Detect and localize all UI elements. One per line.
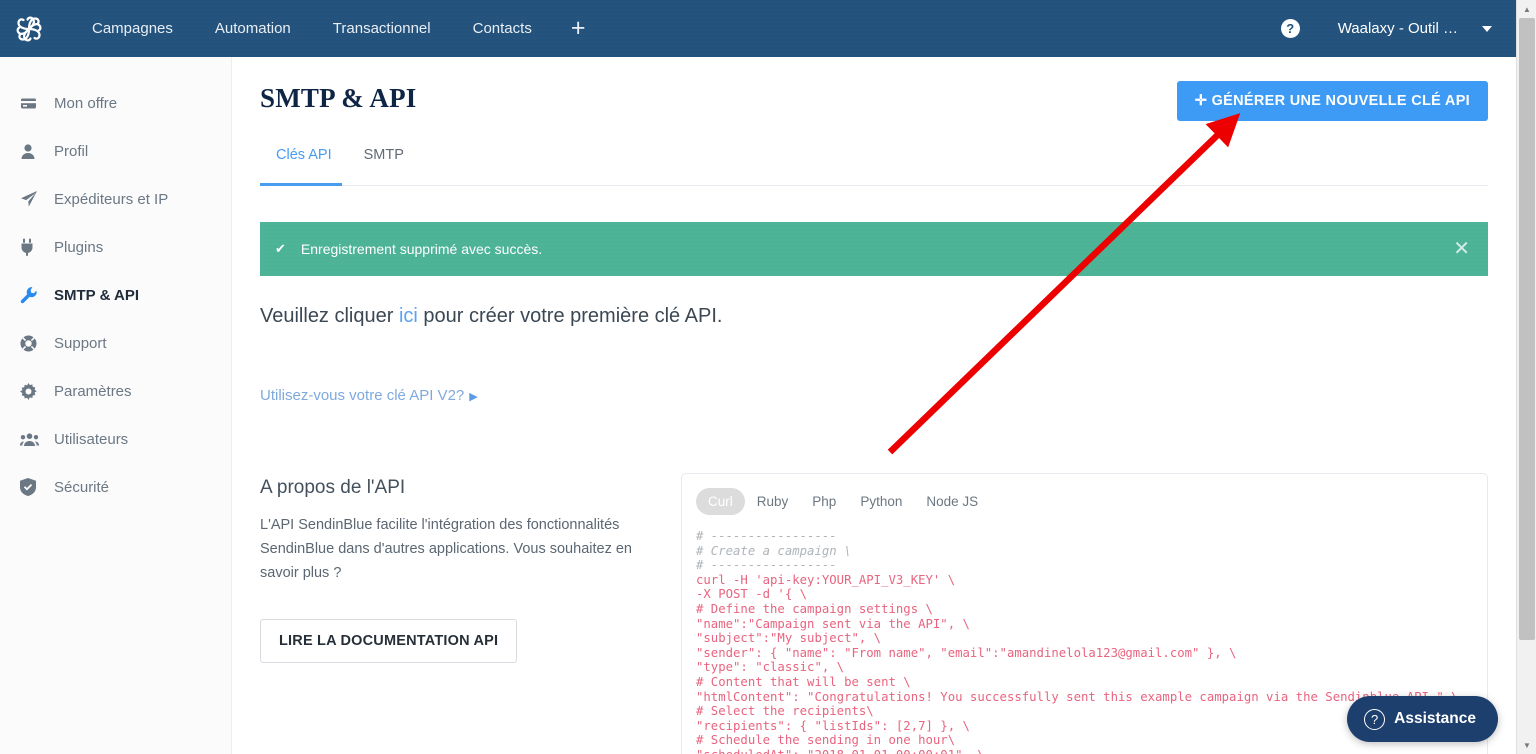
api-v2-link-label: Utilisez-vous votre clé API V2? — [260, 387, 465, 404]
lifebuoy-icon — [20, 335, 46, 352]
user-icon — [20, 143, 46, 160]
sidebar-item-expediteurs-et-ip[interactable]: Expéditeurs et IP — [0, 175, 231, 223]
sidebar-item-label: Plugins — [54, 238, 104, 256]
close-icon[interactable]: ✕ — [1453, 239, 1470, 259]
paper-plane-icon — [20, 190, 46, 208]
check-icon: ✔ — [275, 241, 286, 256]
page-title: SMTP & API — [260, 83, 417, 113]
code-tab-nodejs[interactable]: Node JS — [914, 488, 990, 515]
credit-card-icon — [20, 95, 46, 112]
nav-item-contacts[interactable]: Contacts — [452, 0, 553, 57]
code-line: # ----------------- — [696, 558, 837, 573]
code-line: curl -H 'api-key:YOUR_API_V3_KEY' \ — [696, 572, 956, 587]
sidebar-item-plugins[interactable]: Plugins — [0, 223, 231, 271]
about-api-description: L'API SendinBlue facilite l'intégration … — [260, 517, 632, 581]
wrench-icon — [20, 286, 46, 304]
top-navigation-bar: Campagnes Automation Transactionnel Cont… — [0, 0, 1516, 57]
code-line: "scheduledAt": "2018-01-01 00:00:01", \ — [696, 748, 985, 754]
generate-api-key-button[interactable]: ✛ GÉNÉRER UNE NOUVELLE CLÉ API — [1176, 81, 1488, 121]
nav-item-transactionnel[interactable]: Transactionnel — [312, 0, 452, 57]
scrollbar-thumb[interactable] — [1519, 18, 1535, 640]
sidebar-item-smtp-api[interactable]: SMTP & API — [0, 271, 231, 319]
assistance-button[interactable]: ? Assistance — [1347, 696, 1498, 742]
sidebar-item-label: Utilisateurs — [54, 430, 129, 448]
users-icon — [20, 432, 46, 447]
code-line: "subject":"My subject", \ — [696, 631, 882, 646]
sidebar-item-profil[interactable]: Profil — [0, 127, 231, 175]
sendinblue-logo[interactable] — [0, 0, 57, 57]
sidebar-item-label: Paramètres — [54, 382, 132, 400]
lead-text-before: Veuillez cliquer — [260, 305, 399, 327]
scroll-down-icon[interactable]: ▼ — [1517, 736, 1536, 754]
sidebar-item-mon-offre[interactable]: Mon offre — [0, 79, 231, 127]
code-line: "sender": { "name": "From name", "email"… — [696, 645, 1237, 660]
success-alert: ✔ Enregistrement supprimé avec succès. ✕ — [260, 222, 1488, 276]
code-line: # ----------------- — [696, 529, 837, 543]
active-tab-indicator — [260, 183, 342, 186]
success-alert-message: Enregistrement supprimé avec succès. — [300, 241, 543, 257]
main-content: SMTP & API ✛ GÉNÉRER UNE NOUVELLE CLÉ AP… — [232, 57, 1516, 754]
sidebar-item-utilisateurs[interactable]: Utilisateurs — [0, 415, 231, 463]
sidebar: Mon offre Profil Expéditeurs et IP Plugi… — [0, 57, 232, 754]
lead-text-after: pour créer votre première clé API. — [417, 305, 723, 327]
nav-item-campagnes[interactable]: Campagnes — [71, 0, 194, 57]
code-line: "type": "classic", \ — [696, 660, 845, 675]
code-line: # Select the recipients\ — [696, 704, 874, 719]
code-line: # Content that will be sent \ — [696, 674, 911, 689]
question-circle-icon: ? — [1364, 708, 1386, 730]
code-line: "htmlContent": "Congratulations! You suc… — [696, 689, 1459, 704]
code-tab-ruby[interactable]: Ruby — [745, 488, 801, 515]
sidebar-item-label: SMTP & API — [54, 286, 140, 304]
page-scrollbar[interactable]: ▲ ▼ — [1516, 0, 1536, 754]
code-line: # Define the campaign settings \ — [696, 601, 933, 616]
gear-icon — [20, 382, 46, 400]
sidebar-item-parametres[interactable]: Paramètres — [0, 367, 231, 415]
account-menu-label[interactable]: Waalaxy - Outil … — [1338, 20, 1458, 37]
code-language-tabs: Curl Ruby Php Python Node JS — [682, 474, 1487, 521]
code-tab-php[interactable]: Php — [800, 488, 848, 515]
code-line: # Create a campaign \ — [696, 543, 852, 558]
code-line: "recipients": { "listIds": [2,7] }, \ — [696, 718, 970, 733]
tab-cles-api[interactable]: Clés API — [260, 147, 348, 176]
create-key-link[interactable]: ici — [399, 305, 418, 327]
sidebar-item-label: Sécurité — [54, 478, 110, 496]
about-api-heading: A propos de l'API — [260, 477, 406, 498]
sidebar-item-label: Mon offre — [54, 94, 118, 112]
tabs-divider — [260, 185, 1488, 186]
page-tabs: Clés API SMTP — [260, 147, 1488, 176]
nav-right-group: ? Waalaxy - Outil … — [1280, 19, 1516, 38]
chevron-right-icon: ▶ — [469, 391, 478, 403]
chevron-down-icon[interactable] — [1482, 25, 1492, 32]
add-icon[interactable]: + — [553, 0, 604, 57]
sidebar-item-label: Support — [54, 334, 107, 352]
code-line: -X POST -d '{ \ — [696, 587, 808, 602]
code-tab-curl[interactable]: Curl — [696, 488, 745, 515]
nav-item-automation[interactable]: Automation — [194, 0, 312, 57]
main-nav-links: Campagnes Automation Transactionnel Cont… — [71, 0, 603, 57]
code-line: # Schedule the sending in one hour\ — [696, 733, 956, 748]
create-first-key-text: Veuillez cliquer ici pour créer votre pr… — [260, 305, 722, 328]
sidebar-item-label: Profil — [54, 142, 89, 160]
read-api-documentation-button[interactable]: LIRE LA DOCUMENTATION API — [260, 619, 518, 663]
code-line: "name":"Campaign sent via the API", \ — [696, 616, 970, 631]
sidebar-item-label: Expéditeurs et IP — [54, 190, 169, 208]
code-tab-python[interactable]: Python — [848, 488, 914, 515]
plug-icon — [20, 238, 46, 256]
sidebar-item-securite[interactable]: Sécurité — [0, 463, 231, 511]
shield-check-icon — [20, 478, 46, 496]
sidebar-item-support[interactable]: Support — [0, 319, 231, 367]
assistance-label: Assistance — [1394, 710, 1476, 727]
scroll-up-icon[interactable]: ▲ — [1517, 0, 1536, 18]
app-root: Campagnes Automation Transactionnel Cont… — [0, 0, 1536, 754]
api-v2-disclosure-link[interactable]: Utilisez-vous votre clé API V2? ▶ — [260, 387, 478, 404]
tab-smtp[interactable]: SMTP — [348, 147, 420, 176]
help-icon[interactable]: ? — [1280, 19, 1300, 38]
